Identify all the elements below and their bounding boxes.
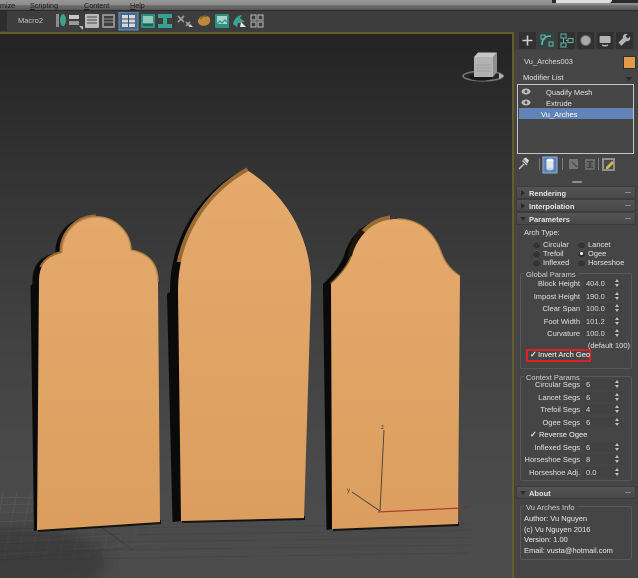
- svg-text:z: z: [381, 425, 384, 431]
- svg-text:y: y: [347, 488, 350, 494]
